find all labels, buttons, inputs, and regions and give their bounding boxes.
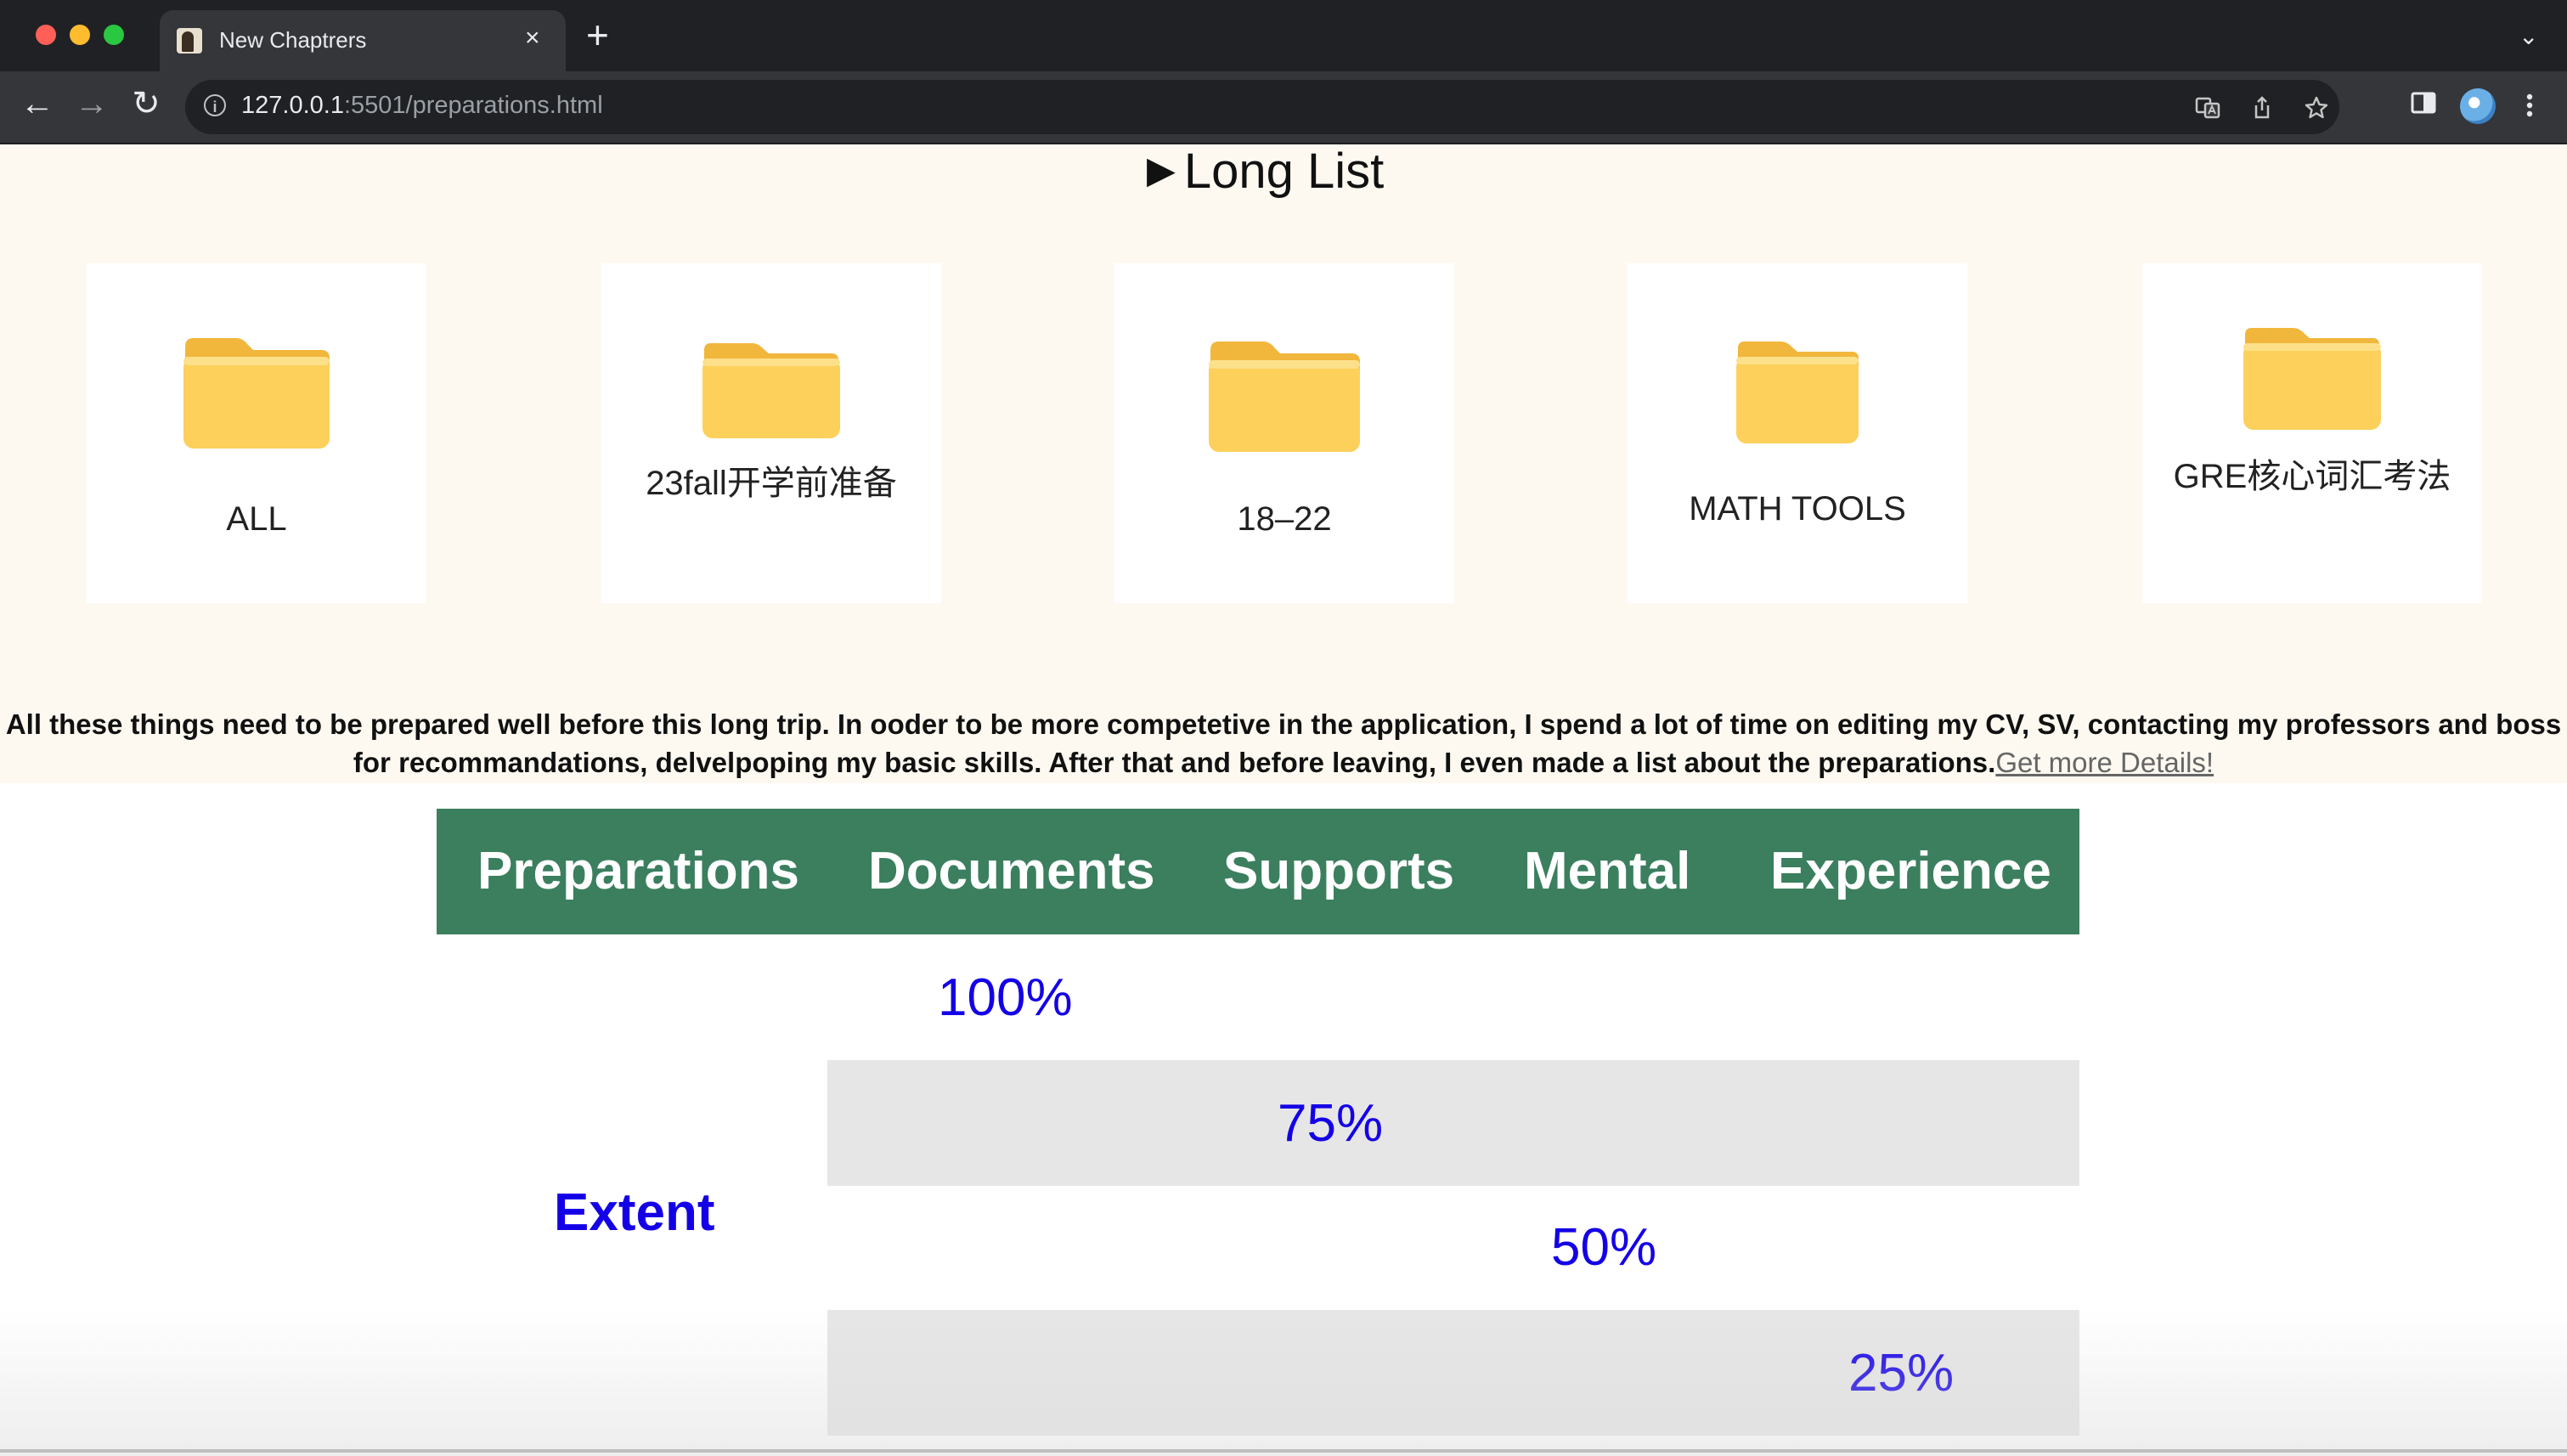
folder-label: GRE核心词汇考法 [2173,458,2451,495]
disclosure-triangle-icon: ▶ [1147,150,1176,191]
folder-icon [1736,341,1859,443]
mental-value: 50% [1551,1218,1657,1277]
folders-section: ▶ Long List ALL 23fall开学前准备 18–22 MATH T… [0,144,2567,783]
browser-tab[interactable]: New Chaptrers × [160,10,566,71]
header-documents: Documents [868,842,1155,900]
tab-title: New Chaptrers [219,27,367,53]
header-supports: Supports [1223,842,1455,900]
table-row [827,1060,2079,1186]
page-content: ▶ Long List ALL 23fall开学前准备 18–22 MATH T… [0,144,2567,1456]
browser-titlebar: New Chaptrers × + ⌄ [0,0,2567,71]
header-experience: Experience [1770,842,2051,900]
tab-close-icon[interactable]: × [525,23,540,54]
description-paragraph: All these things need to be prepared wel… [0,705,2567,782]
folder-label: 18–22 [1237,500,1332,538]
documents-value: 100% [938,968,1073,1027]
long-list-summary[interactable]: ▶ Long List [1147,143,1384,200]
forward-arrow-icon[interactable]: → [73,85,110,122]
new-tab-icon[interactable]: + [586,15,609,54]
folder-label: MATH TOOLS [1689,490,1906,528]
folder-card-gre[interactable]: GRE核心词汇考法 [2142,263,2482,603]
more-menu-icon[interactable] [2521,88,2538,130]
address-bar[interactable]: i 127.0.0.1:5501/preparations.html [185,80,2339,134]
folder-label: 23fall开学前准备 [646,465,897,502]
folder-icon [2243,328,2381,430]
favicon-icon [177,28,202,54]
folder-icon [1209,341,1360,452]
table-header: Preparations Documents Supports Mental E… [437,809,2079,934]
row-label-extent: Extent [554,1183,715,1242]
supports-value: 75% [1278,1094,1384,1153]
info-icon[interactable]: i [204,94,226,116]
minimize-window-button[interactable] [70,25,90,45]
close-window-button[interactable] [36,25,56,45]
folder-card-all[interactable]: ALL [87,263,426,603]
url-text[interactable]: 127.0.0.1:5501/preparations.html [241,92,603,120]
folder-icon [702,343,840,438]
folder-card-23fall[interactable]: 23fall开学前准备 [601,263,941,603]
folder-card-18-22[interactable]: 18–22 [1114,263,1454,603]
reload-icon[interactable]: ↻ [127,85,165,122]
folder-card-math-tools[interactable]: MATH TOOLS [1628,263,1967,603]
details-link[interactable]: Get more Details! [1995,747,2214,778]
side-panel-icon[interactable] [2409,88,2438,125]
bookmark-star-icon[interactable] [2304,95,2329,126]
zoom-window-button[interactable] [104,25,124,45]
header-mental: Mental [1524,842,1691,900]
summary-label: Long List [1183,144,1385,199]
back-arrow-icon[interactable]: ← [19,85,56,122]
folder-label: ALL [226,500,287,538]
profile-avatar-icon[interactable] [2460,88,2496,124]
folder-icon [183,338,330,449]
tab-search-chevron-icon[interactable]: ⌄ [2519,22,2538,50]
share-icon[interactable] [2249,95,2275,126]
bottom-divider [0,1449,2567,1453]
experience-value: 25% [1848,1344,1955,1402]
header-preparations: Preparations [477,842,800,900]
translate-icon[interactable] [2195,95,2220,126]
